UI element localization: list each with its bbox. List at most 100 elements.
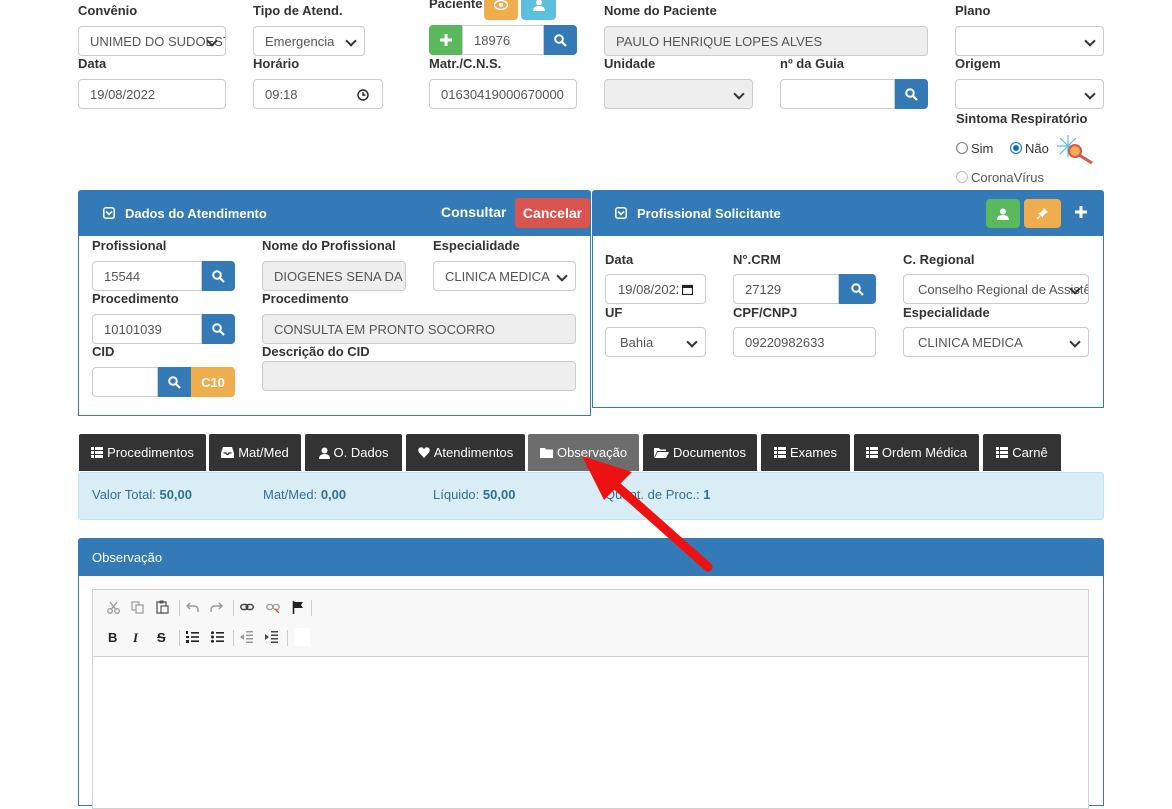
toolbar-separator	[179, 600, 180, 616]
procedimento-desc-field: CONSULTA EM PRONTO SOCORRO	[262, 314, 576, 344]
unidade-select[interactable]	[604, 79, 753, 109]
procedimento-label: Procedimento	[92, 291, 179, 306]
horario-input[interactable]: 09:18	[253, 79, 383, 109]
collapse-icon[interactable]	[103, 207, 115, 219]
paste-icon[interactable]	[156, 600, 169, 614]
solicitante-user-button[interactable]	[986, 199, 1020, 228]
indent-icon[interactable]	[265, 631, 278, 643]
plus-icon[interactable]	[1075, 206, 1087, 218]
search-guia-button[interactable]	[895, 79, 928, 109]
sintoma-respiratorio-label: Sintoma Respiratório	[956, 111, 1088, 126]
paciente-input[interactable]: 18976	[462, 25, 544, 55]
italic-icon[interactable]: I	[133, 630, 138, 646]
matricula-label: Matr./C.N.S.	[429, 56, 502, 71]
bulleted-list-icon[interactable]	[211, 631, 224, 643]
cancelar-button[interactable]: Cancelar	[515, 198, 590, 228]
tab-procedimentos[interactable]: Procedimentos	[79, 434, 206, 471]
coronavirus-label: CoronaVírus	[971, 170, 1044, 185]
cut-icon[interactable]	[107, 601, 120, 614]
tab-exames[interactable]: Exames	[761, 434, 850, 471]
solicitante-data-input[interactable]: 19/08/2022	[605, 274, 706, 304]
data-input[interactable]: 19/08/2022	[78, 79, 226, 109]
procedimento-desc-label: Procedimento	[262, 291, 349, 306]
matmed-value: 0,00	[320, 487, 347, 502]
nome-profissional-label: Nome do Profissional	[262, 238, 396, 253]
descricao-cid-field	[262, 361, 576, 391]
cid-c10-button[interactable]: C10	[191, 367, 235, 397]
cpf-cnpj-input[interactable]: 09220982633	[733, 327, 876, 357]
search-patient-button[interactable]	[544, 25, 577, 55]
pin-button[interactable]	[1024, 199, 1061, 228]
tab-label: Procedimentos	[107, 445, 194, 460]
sintoma-nao-radio[interactable]	[1010, 142, 1022, 154]
tab-label: O. Dados	[333, 445, 389, 460]
sintoma-sim-label: Sim	[971, 141, 994, 156]
tab-atendimentos[interactable]: Atendimentos	[406, 434, 525, 471]
search-profissional-button[interactable]	[202, 261, 235, 291]
search-crm-button[interactable]	[839, 274, 876, 304]
sintoma-sim-radio[interactable]	[956, 142, 968, 154]
conselho-regional-label: C. Regional	[903, 252, 975, 267]
liquido-value: 50,00	[482, 487, 516, 502]
tab-carne[interactable]: Carnê	[983, 434, 1061, 471]
calendar-icon[interactable]	[682, 284, 693, 295]
add-patient-button[interactable]	[429, 25, 462, 55]
toolbar-separator	[311, 600, 312, 616]
numbered-list-icon[interactable]	[186, 631, 199, 643]
toolbar-separator	[287, 630, 288, 646]
plus-icon	[439, 34, 452, 46]
convenio-label: Convênio	[78, 3, 138, 18]
bold-icon[interactable]: B	[108, 630, 117, 645]
conselho-regional-select[interactable]: Conselho Regional de Assistência Social	[903, 274, 1089, 304]
cid-label: CID	[92, 344, 115, 359]
search-procedimento-button[interactable]	[202, 314, 235, 344]
search-icon	[905, 87, 918, 101]
coronavirus-radio[interactable]	[956, 171, 968, 183]
guia-input[interactable]	[780, 79, 895, 109]
folder-icon	[539, 448, 553, 458]
toolbar-separator	[233, 630, 234, 646]
dados-atendimento-title: Dados do Atendimento	[125, 205, 267, 221]
tipo-atendimento-select[interactable]: Emergencia	[253, 26, 365, 56]
undo-icon[interactable]	[186, 602, 199, 613]
consultar-link[interactable]: Consultar	[441, 204, 506, 220]
guia-label: nº da Guia	[780, 56, 844, 71]
profissional-input[interactable]: 15544	[92, 261, 202, 291]
procedimento-input[interactable]: 10101039	[92, 314, 202, 344]
solicitante-especialidade-select[interactable]: CLINICA MEDICA	[903, 327, 1089, 357]
clock-icon[interactable]	[357, 89, 369, 101]
collapse-icon[interactable]	[615, 207, 627, 219]
search-cid-button[interactable]	[158, 367, 191, 397]
anchor-flag-icon[interactable]	[292, 601, 304, 614]
uf-select[interactable]: Bahia	[605, 327, 706, 357]
tab-label: Carnê	[1012, 445, 1048, 460]
pin-icon	[1036, 208, 1048, 220]
patient-profile-button[interactable]	[521, 0, 556, 20]
cid-input[interactable]	[92, 367, 158, 397]
nome-profissional-field: DIOGENES SENA DA SILVA	[262, 261, 406, 291]
strikethrough-icon[interactable]: S	[157, 630, 166, 645]
origem-select[interactable]	[955, 79, 1104, 109]
origem-label: Origem	[955, 56, 1001, 71]
liquido-total: Líquido: 50,00	[433, 487, 515, 502]
crm-input[interactable]: 27129	[733, 274, 839, 304]
convenio-select[interactable]: UNIMED DO SUDOESTE	[78, 26, 226, 56]
tab-matmed[interactable]: Mat/Med	[209, 434, 301, 471]
tab-outros-dados[interactable]: O. Dados	[305, 434, 402, 471]
plano-label: Plano	[955, 3, 991, 18]
matricula-input[interactable]: 01630419000670000	[429, 79, 577, 109]
link-icon[interactable]	[240, 602, 254, 612]
virus-magnifier-icon	[1057, 135, 1093, 165]
outdent-icon[interactable]	[240, 631, 253, 643]
redo-icon[interactable]	[210, 602, 223, 613]
toolbar-blank-button[interactable]	[294, 628, 310, 646]
especialidade-select[interactable]: CLINICA MEDICA	[433, 261, 576, 291]
plano-select[interactable]	[955, 26, 1104, 56]
descricao-cid-label: Descrição do CID	[262, 344, 370, 359]
paciente-label: Paciente	[429, 0, 483, 11]
unlink-icon[interactable]	[266, 602, 280, 613]
copy-icon[interactable]	[131, 601, 144, 614]
editor-content-area[interactable]	[93, 658, 1088, 799]
tab-ordem-medica[interactable]: Ordem Médica	[854, 434, 979, 471]
eye-button[interactable]	[484, 0, 518, 20]
